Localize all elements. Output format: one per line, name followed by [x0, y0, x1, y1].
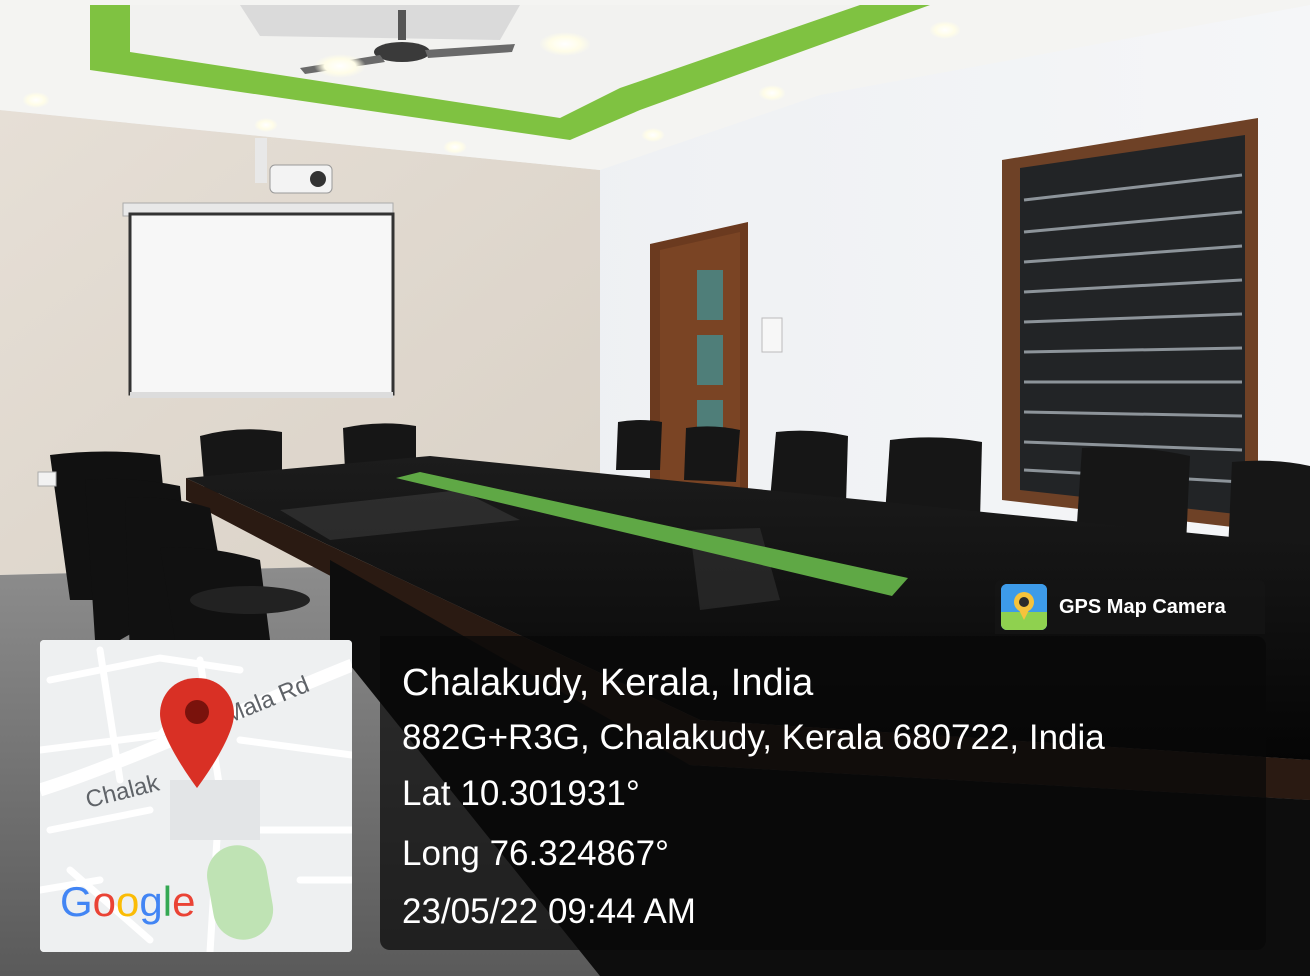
app-name: GPS Map Camera: [1059, 595, 1226, 618]
gps-camera-badge: GPS Map Camera: [995, 580, 1265, 634]
wall-outlet: [37, 471, 57, 487]
location-address: 882G+R3G, Chalakudy, Kerala 680722, Indi…: [402, 718, 1105, 757]
longitude: Long 76.324867°: [402, 834, 670, 873]
timestamp: 23/05/22 09:44 AM: [402, 892, 696, 931]
projection-screen: [122, 202, 395, 398]
latitude: Lat 10.301931°: [402, 774, 640, 813]
map-thumbnail: Chalak Mala Rd Google: [40, 640, 352, 952]
location-title: Chalakudy, Kerala, India: [402, 662, 814, 704]
gps-map-camera-icon: [1001, 584, 1047, 630]
wall-switch: [761, 317, 783, 353]
google-logo: Google: [60, 878, 195, 925]
